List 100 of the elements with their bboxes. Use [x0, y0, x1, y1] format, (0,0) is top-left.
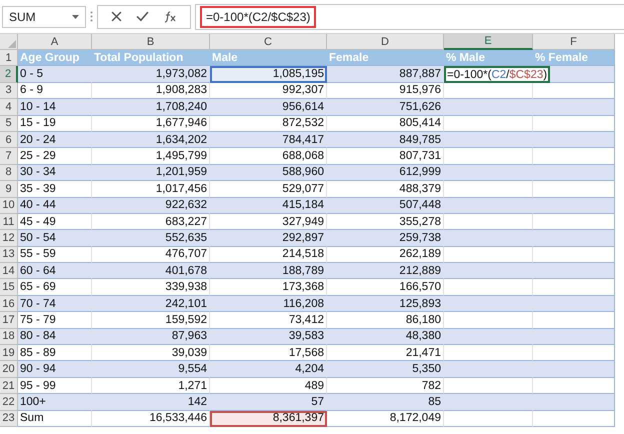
column-header[interactable]: B: [92, 34, 210, 50]
table-cell: 0 - 5: [18, 66, 92, 83]
table-cell: 552,635: [92, 230, 210, 247]
row-number[interactable]: 16: [0, 296, 18, 312]
table-cell: 6 - 9: [18, 82, 92, 100]
table-cell: 45 - 49: [18, 214, 92, 230]
check-icon[interactable]: [136, 11, 150, 22]
table-cell: 327,949: [210, 214, 327, 230]
row-number[interactable]: 9: [0, 181, 18, 198]
row-number[interactable]: 4: [0, 99, 18, 116]
row-number[interactable]: 5: [0, 116, 18, 132]
table-cell: 39,583: [210, 328, 327, 346]
column-header[interactable]: D: [327, 34, 444, 50]
table-cell: 1,271: [92, 378, 210, 394]
table-cell: 116,208: [210, 296, 327, 312]
table-cell: 8,172,049: [327, 410, 444, 427]
formula-text: =0-100*(C2/$C$23): [200, 6, 316, 28]
table-cell: 73,412: [210, 312, 327, 329]
column-header[interactable]: F: [533, 34, 615, 50]
table-cell: 50 - 54: [18, 230, 92, 247]
table-cell: 39,039: [92, 345, 210, 362]
table-cell: 805,414: [327, 116, 444, 132]
table-cell: 807,731: [327, 148, 444, 165]
insert-function-icon[interactable]: [164, 10, 177, 22]
table-cell: 339,938: [92, 279, 210, 296]
table-cell: 188,789: [210, 263, 327, 280]
row-number[interactable]: 12: [0, 230, 18, 247]
row-number[interactable]: 18: [0, 328, 18, 346]
table-cell: 415,184: [210, 198, 327, 214]
table-cell: 1,201,959: [92, 164, 210, 182]
table-cell: 782: [327, 378, 444, 394]
table-cell: 57: [210, 394, 327, 411]
name-box[interactable]: SUM: [2, 6, 86, 28]
column-header[interactable]: C: [210, 34, 327, 50]
table-cell: 212,889: [327, 263, 444, 280]
table-cell: 1,908,283: [92, 82, 210, 100]
row-number[interactable]: 21: [0, 378, 18, 394]
table-cell: 9,554: [92, 361, 210, 378]
table-cell: 688,068: [210, 148, 327, 165]
table-cell: 915,976: [327, 82, 444, 100]
row-number[interactable]: 8: [0, 164, 18, 182]
table-cell: 16,533,446: [92, 410, 210, 427]
table-cell: 10 - 14: [18, 99, 92, 116]
cancel-icon[interactable]: [111, 11, 122, 22]
column-title: Total Population: [92, 50, 210, 66]
row-number[interactable]: 20: [0, 361, 18, 378]
table-cell: 1,634,202: [92, 132, 210, 148]
table-cell: 86,180: [327, 312, 444, 329]
table-cell: 292,897: [210, 230, 327, 247]
column-header[interactable]: A: [18, 34, 92, 50]
table-cell: 355,278: [327, 214, 444, 230]
formula-bar[interactable]: =0-100*(C2/$C$23): [195, 4, 624, 30]
row-number[interactable]: 13: [0, 246, 18, 264]
active-cell[interactable]: =0-100*(C2/$C$23): [444, 66, 550, 83]
table-cell: 887,887: [327, 66, 444, 83]
table-cell: 100+: [18, 394, 92, 411]
table-cell: 25 - 29: [18, 148, 92, 165]
table-cell: 5,350: [327, 361, 444, 378]
column-title: Male: [210, 50, 327, 66]
row-number[interactable]: 3: [0, 82, 18, 100]
table-cell: 1,708,240: [92, 99, 210, 116]
table-cell: 992,307: [210, 82, 327, 100]
row-number[interactable]: 14: [0, 263, 18, 280]
cell-formula: =0-100*(C2/$C$23): [446, 68, 548, 81]
table-cell: 17,568: [210, 345, 327, 362]
row-number[interactable]: 17: [0, 312, 18, 329]
table-cell: 956,614: [210, 99, 327, 116]
column-title: % Male: [444, 50, 533, 66]
row-number[interactable]: 10: [0, 198, 18, 214]
table-cell: 488,379: [327, 181, 444, 198]
table-cell: 80 - 84: [18, 328, 92, 346]
table-cell: 173,368: [210, 279, 327, 296]
table-cell: 489: [210, 378, 327, 394]
table-cell: 87,963: [92, 328, 210, 346]
row-number[interactable]: 11: [0, 214, 18, 230]
row-number[interactable]: 19: [0, 345, 18, 362]
table-cell: 1,495,799: [92, 148, 210, 165]
table-cell: 683,227: [92, 214, 210, 230]
row-number[interactable]: 22: [0, 394, 18, 411]
dropdown-caret-icon[interactable]: [72, 14, 79, 18]
table-cell: 1,973,082: [92, 66, 210, 83]
table-cell: 849,785: [327, 132, 444, 148]
row-number[interactable]: 15: [0, 279, 18, 296]
table-cell: 507,448: [327, 198, 444, 214]
row-number[interactable]: 6: [0, 132, 18, 148]
row-number[interactable]: 7: [0, 148, 18, 165]
table-cell: 259,738: [327, 230, 444, 247]
column-header[interactable]: E: [444, 34, 533, 50]
table-cell: 159,592: [92, 312, 210, 329]
table-cell: 166,570: [327, 279, 444, 296]
row-number[interactable]: 1: [0, 50, 18, 66]
row-number[interactable]: 2: [0, 66, 18, 83]
table-cell: 784,417: [210, 132, 327, 148]
table-cell: 1,017,456: [92, 181, 210, 198]
table-cell: 142: [92, 394, 210, 411]
table-cell: 85 - 89: [18, 345, 92, 362]
row-number[interactable]: 23: [0, 410, 18, 427]
table-cell: 85: [327, 394, 444, 411]
table-cell: 70 - 74: [18, 296, 92, 312]
table-cell: 8,361,397: [210, 410, 327, 427]
